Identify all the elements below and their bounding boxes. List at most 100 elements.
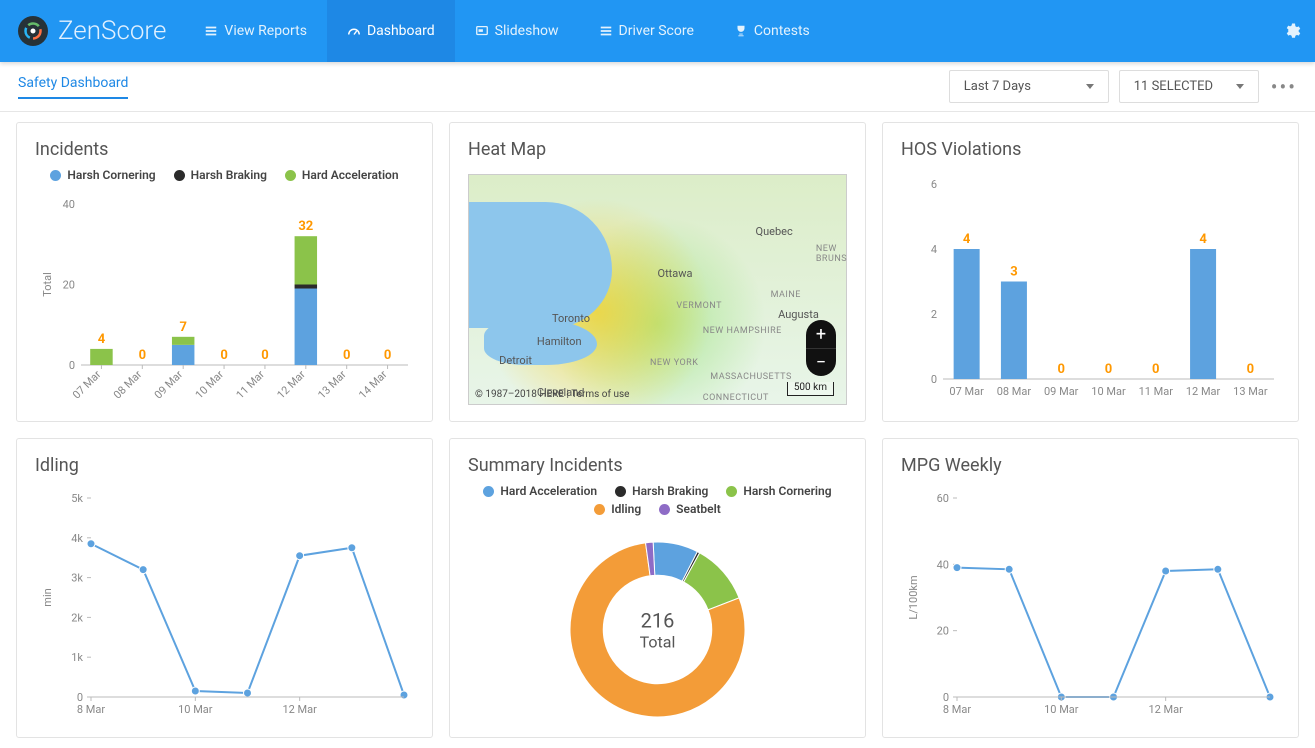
svg-text:07 Mar: 07 Mar [70,368,104,402]
chart-hos: 0246407 Mar308 Mar009 Mar010 Mar011 Mar4… [901,168,1280,409]
nav-slideshow[interactable]: Slideshow [455,0,579,62]
svg-text:13 Mar: 13 Mar [1233,385,1268,398]
heatmap-map[interactable]: TorontoHamiltonDetroitClevelandOttawaQue… [468,174,847,405]
zoom-in-button[interactable]: + [806,320,836,348]
svg-text:11 Mar: 11 Mar [234,368,268,402]
svg-text:60: 60 [937,492,949,505]
svg-text:0: 0 [261,348,268,363]
svg-text:0: 0 [384,348,391,363]
nav-label: Contests [754,23,810,39]
list-icon [599,24,613,38]
slides-icon [475,24,489,38]
map-scale-bar: 500 km [787,382,834,396]
chevron-down-icon [1086,84,1094,89]
svg-text:4: 4 [931,243,937,256]
svg-text:6: 6 [931,178,937,191]
nav-driver-score[interactable]: Driver Score [579,0,714,62]
svg-text:min: min [41,588,54,606]
legend-item[interactable]: Hard Acceleration [483,484,597,498]
svg-text:40: 40 [937,558,949,571]
svg-text:14 Mar: 14 Mar [356,368,390,402]
svg-text:0: 0 [139,348,146,363]
svg-text:2: 2 [931,308,937,321]
legend-item[interactable]: Harsh Cornering [50,168,155,182]
card-incidents: Incidents Harsh Cornering Harsh Braking Ha… [16,122,433,422]
svg-text:0: 0 [1105,362,1112,377]
svg-text:07 Mar: 07 Mar [949,385,984,398]
legend-item[interactable]: Harsh Cornering [726,484,831,498]
svg-text:3k: 3k [71,572,83,585]
card-heatmap: Heat Map TorontoHamiltonDetroitCleveland… [449,122,866,422]
tab-safety-dashboard[interactable]: Safety Dashboard [18,75,128,99]
settings-gear-icon[interactable] [1283,0,1301,62]
chevron-down-icon [1236,84,1244,89]
map-water [469,202,612,328]
svg-text:10 Mar: 10 Mar [178,703,213,716]
map-water [484,319,597,365]
nav-view-reports[interactable]: View Reports [184,0,327,62]
nav-dashboard[interactable]: Dashboard [327,0,455,62]
svg-text:8 Mar: 8 Mar [943,703,971,716]
svg-text:20: 20 [937,625,949,638]
svg-text:5k: 5k [71,492,83,505]
svg-text:3: 3 [1010,265,1017,280]
svg-text:10 Mar: 10 Mar [193,368,227,402]
card-title: Incidents [35,139,414,160]
svg-text:11 Mar: 11 Mar [1139,385,1174,398]
trophy-icon [734,24,748,38]
card-idling: Idling 01k2k3k4k5kmin8 Mar10 Mar12 Mar [16,438,433,738]
nav-label: Slideshow [495,23,559,39]
svg-text:20: 20 [63,279,75,292]
svg-text:0: 0 [69,359,75,372]
chart-idling: 01k2k3k4k5kmin8 Mar10 Mar12 Mar [35,484,414,725]
svg-text:10 Mar: 10 Mar [1044,703,1079,716]
card-mpg: MPG Weekly 0204060L/100km8 Mar10 Mar12 M… [882,438,1299,738]
card-title: HOS Violations [901,139,1280,160]
map-zoom-controls: + − [806,320,836,376]
nav-label: View Reports [224,23,307,39]
chart-mpg: 0204060L/100km8 Mar10 Mar12 Mar [901,484,1280,725]
more-menu-icon[interactable]: ••• [1271,75,1297,99]
date-range-select[interactable]: Last 7 Days [949,70,1109,103]
brand[interactable]: ZenScore [0,0,184,62]
card-summary: Summary Incidents Hard AccelerationHarsh… [449,438,866,738]
svg-text:216: 216 [641,609,675,633]
svg-text:4k: 4k [71,532,83,545]
svg-text:4: 4 [98,332,106,347]
svg-text:12 Mar: 12 Mar [1148,703,1183,716]
svg-text:4: 4 [1199,232,1207,247]
legend-item[interactable]: Idling [594,502,641,516]
nav-contests[interactable]: Contests [714,0,830,62]
sub-bar: Safety Dashboard Last 7 Days 11 SELECTED… [0,62,1315,112]
svg-text:1k: 1k [71,651,83,664]
top-nav: ZenScore View Reports Dashboard Slidesho… [0,0,1315,62]
map-attribution: © 1987–2018 HERE | Terms of use [475,389,629,400]
svg-text:09 Mar: 09 Mar [152,368,186,402]
chart-incidents: 02040Total407 Mar008 Mar709 Mar010 Mar01… [35,188,414,409]
selected-count-select[interactable]: 11 SELECTED [1119,70,1259,103]
svg-text:09 Mar: 09 Mar [1044,385,1079,398]
legend-item[interactable]: Harsh Braking [615,484,708,498]
card-title: Heat Map [468,139,847,160]
svg-text:32: 32 [298,219,313,234]
nav-label: Driver Score [619,23,694,39]
card-hos: HOS Violations 0246407 Mar308 Mar009 Mar… [882,122,1299,422]
svg-text:0: 0 [220,348,227,363]
svg-text:Total: Total [640,633,676,652]
selected-count-label: 11 SELECTED [1134,79,1213,94]
svg-text:0: 0 [1152,362,1159,377]
dashboard-grid: Incidents Harsh CorneringHarsh BrakingHa… [0,112,1315,748]
brand-logo-icon [18,16,48,46]
svg-text:12 Mar: 12 Mar [282,703,317,716]
svg-text:7: 7 [179,320,186,335]
legend-summary: Hard Acceleration Harsh Braking Harsh Corn… [468,484,847,516]
svg-text:0: 0 [931,373,937,386]
svg-text:0: 0 [1057,362,1064,377]
svg-text:8 Mar: 8 Mar [77,703,105,716]
svg-text:L/100km: L/100km [907,575,920,619]
legend-item[interactable]: Hard Acceleration [285,168,399,182]
svg-text:4: 4 [963,232,971,247]
chart-summary: 216Total [468,522,847,725]
legend-item[interactable]: Harsh Braking [174,168,267,182]
legend-item[interactable]: Seatbelt [659,502,721,516]
